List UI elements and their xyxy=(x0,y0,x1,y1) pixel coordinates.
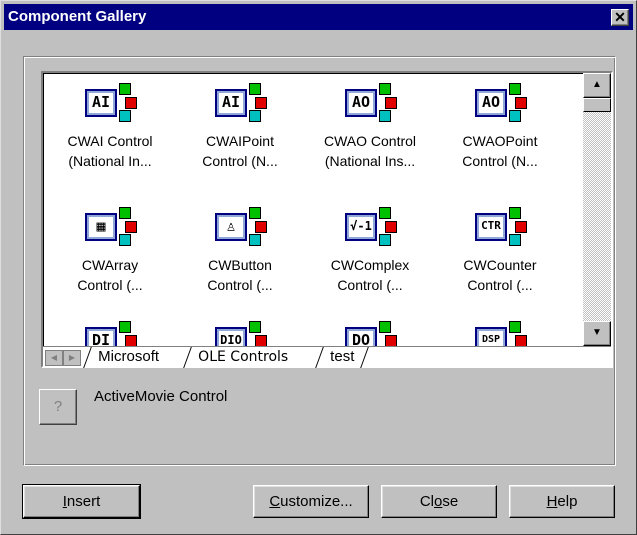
analog-input-icon: AI xyxy=(85,83,137,123)
close-button[interactable]: Close xyxy=(381,485,497,518)
scroll-down-button[interactable]: ▼ xyxy=(583,321,611,346)
help-button[interactable]: Help xyxy=(509,485,615,518)
gallery-item-label: CWComplex Control (... xyxy=(330,257,410,293)
selected-component-name: ActiveMovie Control xyxy=(94,388,228,405)
analog-output-point-icon: AO xyxy=(475,83,527,123)
title-bar[interactable]: Component Gallery ✕ xyxy=(4,4,633,30)
digital-io-icon: DIO xyxy=(215,321,267,348)
analog-output-icon: AO xyxy=(345,83,397,123)
gallery-item-label: CWAOPoint Control (N... xyxy=(462,133,538,169)
gallery-item-label: CWButton Control (... xyxy=(207,257,273,293)
array-icon: ▦ xyxy=(85,207,137,247)
tab-strip: ◀ ▶ Microsoft OLE Controls test xyxy=(43,346,611,368)
component-gallery-list[interactable]: AI CWAI Control (National In... AI CWAIP… xyxy=(41,71,613,368)
gallery-item-label: CWAO Control (National Ins... xyxy=(323,133,417,169)
tab-test[interactable]: test xyxy=(315,347,370,368)
complex-icon: √-1 xyxy=(345,207,397,247)
tab-ole-controls[interactable]: OLE Controls xyxy=(183,347,302,368)
digital-input-icon: DI xyxy=(85,321,137,348)
gallery-items: AI CWAI Control (National In... AI CWAIP… xyxy=(45,75,583,348)
tab-microsoft[interactable]: Microsoft xyxy=(83,347,173,368)
window-title: Component Gallery xyxy=(8,8,147,25)
tab-scroll-right-button[interactable]: ▶ xyxy=(63,350,81,366)
gallery-item-label: CWAI Control (National In... xyxy=(67,133,153,169)
scroll-up-button[interactable]: ▲ xyxy=(583,73,611,98)
button-icon: ♙ xyxy=(215,207,267,247)
gallery-item-label: CWAIPoint Control (N... xyxy=(202,133,278,169)
component-gallery-window: Component Gallery ✕ AI CWAI Control (Nat… xyxy=(0,0,637,535)
insert-button[interactable]: Insert xyxy=(22,484,141,519)
vertical-scrollbar[interactable]: ▲ ▼ xyxy=(583,73,611,346)
digital-output-icon: DO xyxy=(345,321,397,348)
customize-button[interactable]: Customize... xyxy=(253,485,369,518)
close-window-button[interactable]: ✕ xyxy=(611,9,629,26)
tab-scroll-left-button[interactable]: ◀ xyxy=(45,350,63,366)
counter-icon: CTR xyxy=(475,207,527,247)
scroll-thumb[interactable] xyxy=(583,98,611,112)
dsp-icon: DSP xyxy=(475,321,527,348)
gallery-item-label: CWArray Control (... xyxy=(77,257,143,293)
component-help-button[interactable]: ? xyxy=(39,389,77,425)
gallery-item-label: CWCounter Control (... xyxy=(463,257,537,293)
analog-input-point-icon: AI xyxy=(215,83,267,123)
